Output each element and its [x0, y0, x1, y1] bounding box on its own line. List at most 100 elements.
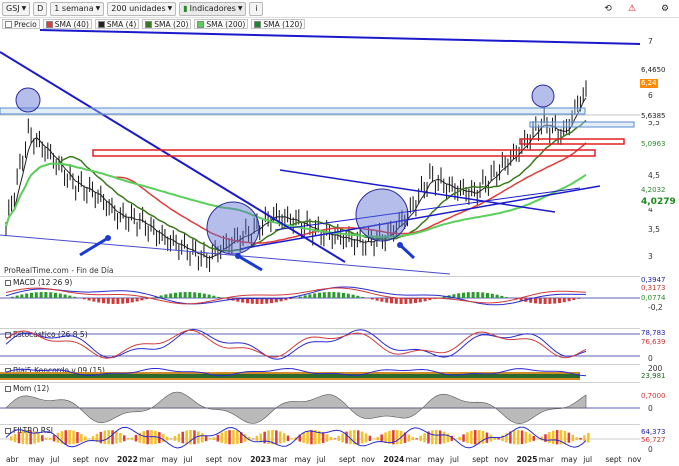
- legend-item-0[interactable]: Precio: [2, 19, 40, 29]
- rsi-bar: [548, 432, 551, 444]
- macd-hist-bar: [342, 292, 345, 298]
- macd-hist-bar: [188, 292, 192, 298]
- macd-hist-bar: [169, 293, 173, 298]
- price-tag: 4,0279: [640, 197, 677, 208]
- legend-swatch: [45, 20, 53, 28]
- macd-hist-bar: [63, 294, 67, 298]
- rsi-bar: [431, 430, 434, 445]
- legend-item-1[interactable]: SMA (40): [42, 19, 92, 29]
- macd-hist-bar: [543, 298, 547, 304]
- symbol-selector[interactable]: GSJ ▼: [2, 1, 31, 16]
- period-toggle[interactable]: D: [33, 1, 48, 16]
- macd-hist-bar: [25, 293, 29, 298]
- macd-hist-bar: [298, 296, 302, 298]
- macd-hist-bar: [15, 295, 19, 298]
- rsi-bar: [64, 430, 67, 445]
- stochastic-tick: 0: [648, 354, 653, 363]
- rsi-bar: [9, 436, 13, 441]
- price-axis: 7 6 5,5 4,5 4 3,5 3 6,4650 6,24 5,6385 5,0963 4,203…: [640, 30, 679, 276]
- rsi-bar: [165, 436, 169, 441]
- macd-hist-bar: [102, 298, 105, 304]
- rsi-bar: [146, 430, 149, 445]
- period-label: D: [37, 4, 44, 13]
- signal-arrow-head: [105, 235, 111, 241]
- macd-hist-bar: [337, 292, 341, 298]
- macd-hist-bar: [500, 295, 504, 298]
- rsi-bar: [376, 436, 379, 441]
- interval-selector[interactable]: 1 semana ▼: [50, 1, 105, 16]
- macd-hist-bar: [370, 298, 374, 300]
- legend-swatch: [97, 20, 105, 28]
- chevron-down-icon: ▼: [167, 5, 173, 12]
- macd-axis: 0,3947 0,3173 0,0774 -0,2: [640, 276, 679, 312]
- indicators-button[interactable]: ▮ Indicadores ▼: [179, 1, 247, 16]
- legend-label: SMA (4): [106, 19, 137, 29]
- rsi-bar: [72, 430, 75, 444]
- price-tick: 6: [648, 91, 653, 100]
- macd-hist-bar: [346, 293, 350, 298]
- price-tick: 7: [648, 37, 653, 46]
- rsi-bar: [45, 437, 48, 440]
- price-tag: 6,24: [640, 79, 658, 88]
- rsi-bar: [388, 430, 391, 444]
- units-selector[interactable]: 200 unidades ▼: [107, 1, 177, 16]
- macd-hist-bar: [318, 292, 321, 298]
- legend-label: SMA (40): [54, 19, 89, 29]
- macd-hist-bar: [116, 298, 120, 304]
- rsi-bar: [364, 433, 368, 443]
- time-tick: nov: [94, 455, 109, 464]
- chart-add-icon: ▮: [183, 4, 188, 13]
- rsi-bar: [251, 438, 255, 440]
- alert-icon[interactable]: ⚠: [624, 2, 640, 16]
- macd-hist-tag: 0,0774: [640, 294, 667, 303]
- rsi-bar: [130, 437, 134, 440]
- macd-hist-bar: [130, 298, 134, 303]
- momentum-chart: [0, 391, 640, 425]
- rsi-bar: [481, 430, 485, 444]
- rsi-bar: [532, 435, 535, 441]
- macd-hist-bar: [572, 298, 576, 301]
- time-tick: 2025: [516, 455, 538, 464]
- rsi-bar: [544, 434, 547, 442]
- chart-background: [0, 30, 640, 276]
- rsi-bar: [520, 430, 524, 445]
- macd-hist-bar: [548, 298, 552, 304]
- macd-hist-bar: [207, 294, 211, 298]
- rsi-bar: [99, 431, 103, 444]
- macd-hist-bar: [135, 298, 139, 302]
- rsi-bar: [513, 430, 516, 445]
- stochastic-d-tag: 76,639: [640, 338, 667, 347]
- legend-item-5[interactable]: SMA (120): [251, 19, 306, 29]
- stochastic-d-line: [5, 329, 587, 359]
- clock-icon[interactable]: ⟲: [600, 2, 616, 16]
- macd-hist-bar: [87, 298, 91, 301]
- legend-item-2[interactable]: SMA (4): [94, 19, 140, 29]
- macd-hist-bar: [380, 298, 384, 302]
- filtro-rsi-tick: 0: [648, 445, 653, 454]
- legend-item-4[interactable]: SMA (200): [194, 19, 249, 29]
- rsi-bar: [103, 430, 106, 445]
- macd-hist-bar: [289, 298, 293, 300]
- time-tick: jul: [450, 455, 459, 464]
- rsi-bar: [48, 437, 52, 440]
- rsi-bar: [185, 430, 188, 445]
- info-button[interactable]: i: [249, 1, 264, 16]
- macd-hist-bar: [68, 295, 72, 298]
- macd-hist-bar: [534, 298, 537, 304]
- legend-swatch: [197, 20, 205, 28]
- legend-item-3[interactable]: SMA (20): [142, 19, 192, 29]
- rsi-bar: [279, 431, 282, 444]
- rsi-bar: [396, 430, 399, 445]
- settings-icon[interactable]: ⚙: [657, 2, 673, 16]
- momentum-value-tag: 0,7000: [640, 392, 667, 401]
- macd-hist-bar: [10, 296, 14, 298]
- legend-swatch: [254, 20, 262, 28]
- price-tag: 5,6385: [640, 112, 667, 121]
- rsi-bar: [575, 437, 578, 440]
- macd-hist-bar: [106, 298, 110, 304]
- rsi-bar: [380, 434, 383, 442]
- stochastic-k-tag: 78,783: [640, 329, 667, 338]
- macd-hist-bar: [476, 292, 480, 298]
- resistance-zone-right: [529, 121, 635, 128]
- rsi-bar: [212, 437, 216, 441]
